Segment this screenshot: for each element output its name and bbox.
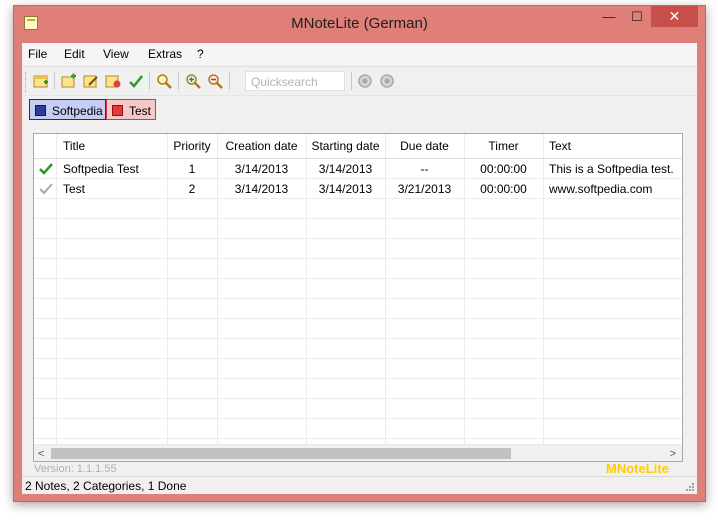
category-label: Test [129,104,152,118]
cell-creation-date: 3/14/2013 [234,182,289,196]
cell-text: This is a Softpedia test. [549,162,674,176]
category-bar: Softpedia Test [22,95,697,122]
cell-priority: 2 [188,182,196,196]
cell-text: www.softpedia.com [549,182,653,196]
edit-note-icon[interactable] [83,73,99,89]
client-area: File Edit View Extras ? Quicksearch Soft… [22,43,697,494]
cell-due-date: -- [420,162,429,176]
app-window: MNoteLite (German) — ☐ ✕ File Edit View … [13,5,706,502]
undone-check-icon[interactable] [39,182,53,196]
cell-title: Softpedia Test [63,162,139,176]
cell-starting-date: 3/14/2013 [318,182,373,196]
column-header-priority[interactable]: Priority [167,134,217,158]
menu-file[interactable]: File [28,47,47,61]
scroll-left-icon[interactable]: < [38,448,44,460]
cell-starting-date: 3/14/2013 [318,162,373,176]
scroll-right-icon[interactable]: > [670,448,676,460]
menu-help[interactable]: ? [197,47,204,61]
menu-view[interactable]: View [103,47,129,61]
zoom-in-icon[interactable] [185,73,201,89]
zoom-out-icon[interactable] [207,73,223,89]
cell-title: Test [63,182,86,196]
toolbar-separator [229,72,230,90]
category-color-icon [35,105,46,116]
status-bar: 2 Notes, 2 Categories, 1 Done [22,476,697,494]
category-label: Softpedia [52,104,103,118]
category-color-icon [112,105,123,116]
quicksearch-input[interactable]: Quicksearch [245,71,345,91]
cell-timer: 00:00:00 [480,162,527,176]
column-header-due-date[interactable]: Due date [385,134,464,158]
resize-grip-icon[interactable] [685,482,695,492]
toolbar-grip[interactable] [25,72,29,92]
notes-table[interactable]: Title Priority Creation date Starting da… [33,133,683,462]
brand-logo: MNoteLite [606,461,669,476]
category-softpedia[interactable]: Softpedia [29,99,106,120]
horizontal-scrollbar[interactable]: < > [34,444,682,461]
toolbar-separator [178,72,179,90]
scroll-thumb[interactable] [51,448,511,459]
column-header-text[interactable]: Text [549,134,571,158]
maximize-button[interactable]: ☐ [623,6,651,27]
search-next-icon[interactable] [357,73,373,89]
done-check-icon[interactable] [39,162,53,176]
toolbar-separator [351,72,352,90]
cell-creation-date: 3/14/2013 [234,162,289,176]
menu-extras[interactable]: Extras [148,47,182,61]
toolbar: Quicksearch [22,66,697,95]
new-category-icon[interactable] [61,73,77,89]
delete-note-icon[interactable] [105,73,121,89]
column-header-starting-date[interactable]: Starting date [306,134,385,158]
search-icon[interactable] [156,73,172,89]
cell-timer: 00:00:00 [480,182,527,196]
category-test[interactable]: Test [106,99,156,120]
column-header-timer[interactable]: Timer [464,134,543,158]
column-header-title[interactable]: Title [63,134,85,158]
menu-bar: File Edit View Extras ? [22,43,697,65]
close-button[interactable]: ✕ [651,6,698,27]
menu-edit[interactable]: Edit [64,47,85,61]
minimize-button[interactable]: — [595,6,623,27]
mark-done-icon[interactable] [128,73,144,89]
new-note-icon[interactable] [33,73,49,89]
toolbar-separator [54,72,55,90]
cell-due-date: 3/21/2013 [397,182,452,196]
toolbar-separator [149,72,150,90]
title-bar[interactable]: MNoteLite (German) — ☐ ✕ [14,6,705,36]
column-header-creation-date[interactable]: Creation date [217,134,306,158]
version-label: Version: 1.1.1.55 [34,463,117,475]
search-previous-icon[interactable] [379,73,395,89]
cell-priority: 1 [188,162,196,176]
status-text: 2 Notes, 2 Categories, 1 Done [25,479,187,493]
